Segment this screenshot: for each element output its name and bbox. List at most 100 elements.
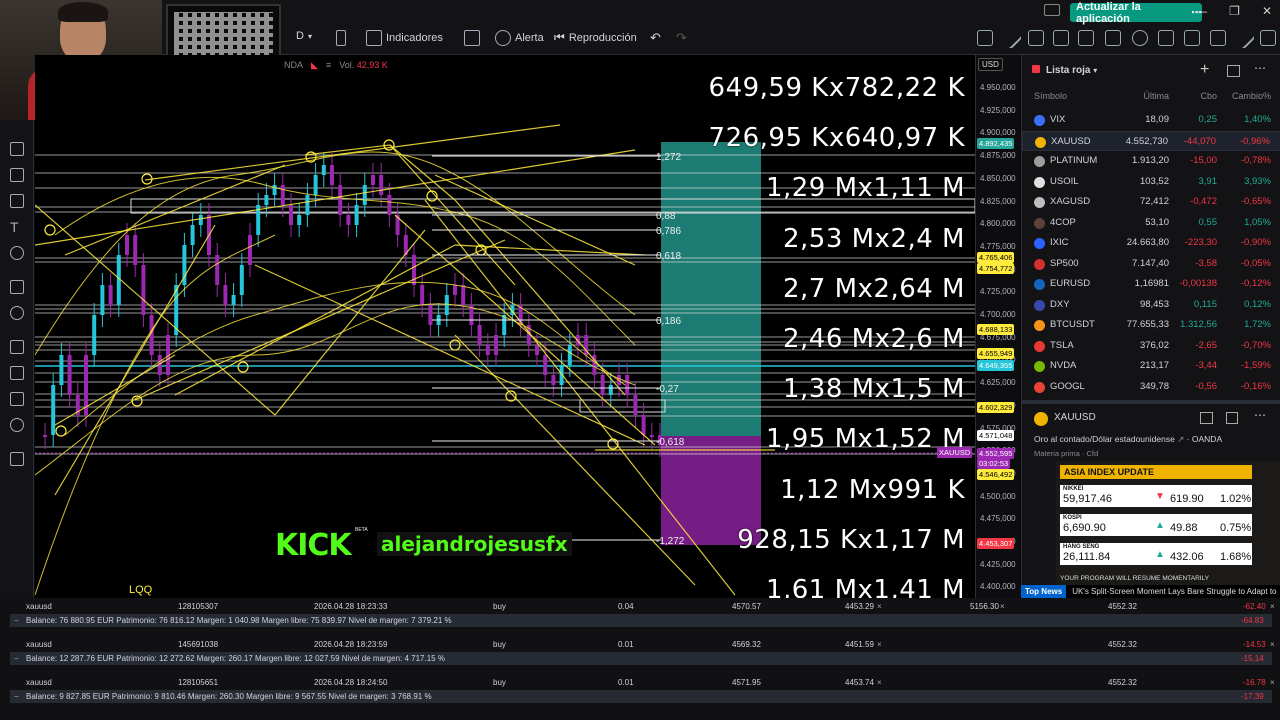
candle-body — [51, 385, 56, 435]
watchlist-row[interactable]: SP500 7.147,40 -3,58 -0,05% — [1022, 254, 1280, 274]
watchlist-row[interactable]: NVDA 213,17 -3,44 -1,59% — [1022, 356, 1280, 376]
edit-icon[interactable] — [1226, 412, 1238, 424]
redo-button[interactable]: ↷ — [676, 30, 687, 46]
trade-row[interactable]: xauusd 128105307 2026.04.28 18:23:33 buy 0.0… — [0, 600, 1280, 613]
replay-button[interactable]: ⏮ Reproducción — [554, 30, 637, 45]
candle-body — [280, 185, 285, 205]
layout-button[interactable] — [464, 30, 480, 46]
watchlist-row[interactable]: IXIC 24.663,80 -223,30 -0,90% — [1022, 233, 1280, 253]
symbol-logo-icon — [1034, 238, 1045, 249]
undo-icon: ↶ — [650, 30, 661, 45]
watchlist-row[interactable]: XAUUSD 4.552,730 -44,070 -0,96% — [1022, 130, 1280, 151]
fib-icon[interactable] — [1028, 30, 1044, 46]
candle-body — [239, 265, 244, 295]
grid-icon[interactable] — [1200, 412, 1213, 424]
watchlist-row[interactable]: USOIL 103,52 3,91 3,93% — [1022, 172, 1280, 192]
external-link-icon[interactable]: ↗ — [1177, 434, 1184, 444]
candle-body — [223, 285, 228, 305]
watchlist-title-text: Lista roja — [1046, 65, 1091, 76]
watchlist-row[interactable]: XAGUSD 72,412 -0,472 -0,65% — [1022, 192, 1280, 212]
interval-selector[interactable]: D ▾ — [296, 30, 312, 42]
magnet-icon[interactable] — [10, 340, 24, 354]
ruler-tool-icon[interactable] — [10, 280, 24, 294]
close-icon[interactable]: ✕ — [1262, 4, 1272, 18]
trend-line-icon[interactable] — [999, 26, 1023, 50]
currency-label[interactable]: USD — [978, 58, 1003, 71]
price-tick: 4.925,000 — [980, 105, 1016, 115]
candle-body — [330, 165, 334, 185]
pattern-icon[interactable] — [1158, 30, 1174, 46]
header-change[interactable]: Cbo — [1200, 91, 1217, 101]
minimize-icon[interactable]: — — [1195, 4, 1207, 18]
shapes-tool-icon[interactable] — [10, 194, 24, 208]
trade-type: buy — [493, 678, 506, 687]
crosshair-icon[interactable] — [10, 142, 24, 156]
more-icon[interactable]: ⋯ — [1254, 61, 1266, 75]
undo-button[interactable]: ↶ — [650, 30, 661, 46]
detail-description: Oro al contado/Dólar estadounidense ↗ · … — [1034, 434, 1223, 444]
watchlist-row[interactable]: DXY 98,453 0,115 0,12% — [1022, 295, 1280, 315]
pitchfork-icon[interactable] — [1184, 30, 1200, 46]
change: -0,00138 — [1179, 278, 1217, 289]
eye-icon[interactable] — [10, 418, 24, 432]
replay-label: Reproducción — [568, 31, 637, 44]
more-icon[interactable]: ⋯ — [1254, 408, 1266, 422]
alert-button[interactable]: Alerta — [495, 30, 544, 46]
price-axis[interactable]: USD 4.950,000 4.925,000 4.900,000 4.875,000… — [975, 55, 1020, 598]
bar-style-button[interactable] — [336, 30, 346, 46]
price-tag: 4.754,772 — [977, 263, 1015, 274]
trash-icon[interactable] — [10, 452, 24, 466]
detail-type: Materia prima · Cfd — [1034, 449, 1099, 458]
watchlist-row[interactable]: VIX 18,09 0,25 1,40% — [1022, 110, 1280, 130]
index-value: 26,111.84 — [1063, 551, 1111, 563]
zoom-icon[interactable] — [10, 306, 24, 320]
watchlist-row[interactable]: BTCUSDT 77.655,33 1.312,56 1,72% — [1022, 315, 1280, 335]
add-symbol-icon[interactable]: + — [1200, 61, 1209, 79]
lock-icon[interactable] — [10, 392, 24, 406]
drawing-tool-pattern-icon[interactable] — [977, 30, 993, 46]
price-chart[interactable]: 1,272 0,88 0,786 0,618 0,186 -0,27 -0,618 -1,27… — [35, 55, 975, 598]
channel-icon[interactable] — [1078, 30, 1094, 46]
candle-body — [477, 325, 482, 345]
last-price: 77.655,33 — [1126, 319, 1169, 330]
price-tag: 4.649,355 — [977, 360, 1015, 371]
watchlist-row[interactable]: PLATINUM 1.913,20 -15,00 -0,78% — [1022, 151, 1280, 171]
candle-body — [362, 185, 367, 205]
price-tag: 4.892,435 — [977, 138, 1015, 149]
trade-profit: -62.40 — [1243, 602, 1266, 611]
header-last[interactable]: Última — [1143, 91, 1169, 101]
watchlist-title[interactable]: Lista roja ▾ — [1046, 65, 1097, 76]
lines-icon[interactable] — [1053, 30, 1069, 46]
fullscreen-icon[interactable] — [1044, 4, 1060, 16]
asia-title: ASIA INDEX UPDATE — [1060, 465, 1252, 479]
pencil-lock-icon[interactable] — [10, 366, 24, 380]
maximize-icon[interactable]: ❐ — [1229, 4, 1240, 18]
settings-icon[interactable]: ≡ — [326, 60, 331, 71]
header-symbol[interactable]: Símbolo — [1034, 91, 1067, 101]
wave-icon[interactable] — [1210, 30, 1226, 46]
watchlist-row[interactable]: TSLA 376,02 -2,65 -0,70% — [1022, 336, 1280, 356]
watchlist-row[interactable]: 4COP 53,10 0,55 1,05% — [1022, 213, 1280, 233]
candle-body — [494, 335, 498, 355]
trade-volume: 0.04 — [618, 602, 634, 611]
indicators-button[interactable]: Indicadores — [366, 30, 443, 46]
lines-tool-icon[interactable] — [10, 168, 24, 182]
ruler-icon[interactable] — [1260, 30, 1276, 46]
price-tick: 4.400,000 — [980, 582, 1016, 592]
watchlist-row[interactable]: GOOGL 349,78 -0,56 -0,16% — [1022, 377, 1280, 397]
watchlist-row[interactable]: EURUSD 1,16981 -0,00138 -0,12% — [1022, 274, 1280, 294]
header-change-pct[interactable]: Cambio% — [1232, 91, 1271, 101]
trade-row[interactable]: xauusd 145691038 2026.04.28 18:23:59 buy 0.0… — [0, 638, 1280, 651]
candle-body — [551, 375, 556, 385]
layout-icon[interactable] — [1227, 65, 1240, 77]
detail-symbol[interactable]: XAUUSD — [1054, 412, 1096, 423]
trade-row[interactable]: xauusd 128105651 2026.04.28 18:24:50 buy 0.0… — [0, 676, 1280, 689]
update-app-button[interactable]: Actualizar la aplicación ⋯ — [1070, 1, 1202, 25]
rectangle-icon[interactable] — [1105, 30, 1121, 46]
balance-text: Balance: 12 287.76 EUR Patrimonio: 12 27… — [26, 654, 445, 663]
text-tool-icon[interactable]: T — [10, 220, 24, 234]
circle-icon[interactable] — [1132, 30, 1148, 46]
brush-icon[interactable] — [1232, 26, 1256, 50]
candle-body — [264, 195, 269, 205]
emoji-icon[interactable] — [10, 246, 24, 260]
